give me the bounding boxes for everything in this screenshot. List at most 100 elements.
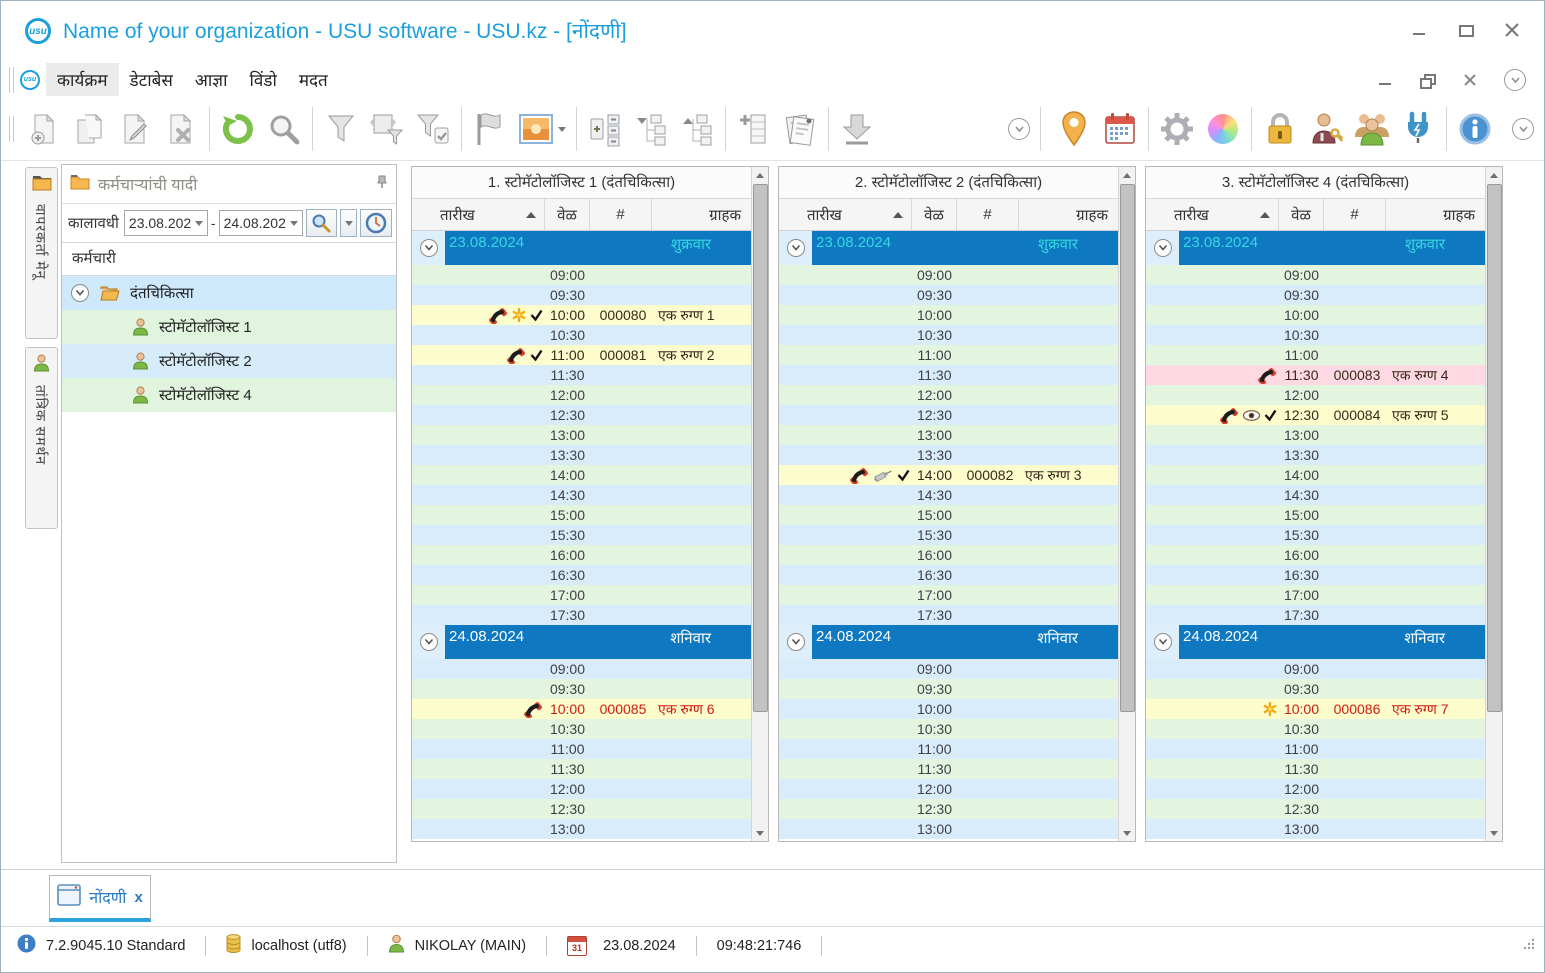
new-record-icon[interactable] bbox=[20, 103, 66, 155]
time-slot-row[interactable]: 13:30 bbox=[412, 445, 751, 465]
toolbar-overflow-button[interactable] bbox=[1008, 118, 1030, 140]
time-slot-row[interactable]: 14:30 bbox=[1146, 485, 1485, 505]
search-icon[interactable] bbox=[261, 103, 307, 155]
filter-columns-icon[interactable] bbox=[364, 103, 410, 155]
scrollbar-thumb[interactable] bbox=[1487, 184, 1502, 712]
plug-icon[interactable] bbox=[1395, 103, 1441, 155]
time-slot-row[interactable]: 10:30 bbox=[1146, 325, 1485, 345]
time-slot-row[interactable]: 17:30 bbox=[779, 605, 1118, 625]
date-group-row[interactable]: 23.08.2024 शुक्रवार bbox=[1146, 231, 1485, 265]
time-slot-row[interactable]: 17:30 bbox=[412, 605, 751, 625]
time-slot-row[interactable]: 10:30 bbox=[779, 719, 1118, 739]
time-slot-row[interactable]: 15:00 bbox=[779, 505, 1118, 525]
date-group-row[interactable]: 23.08.2024 शुक्रवार bbox=[779, 231, 1118, 265]
time-slot-row[interactable]: 16:30 bbox=[412, 565, 751, 585]
collapse-group-icon[interactable] bbox=[70, 283, 90, 303]
time-slot-row[interactable]: 09:00 bbox=[412, 659, 751, 679]
appointment-row[interactable]: 11:30 000083 एक रुग्ण 4 bbox=[1146, 365, 1485, 385]
time-slot-row[interactable]: 12:00 bbox=[1146, 385, 1485, 405]
tree-item-dentistry[interactable]: दंतचिकित्सा bbox=[62, 276, 396, 310]
scroll-up-icon[interactable] bbox=[752, 167, 768, 183]
time-slot-row[interactable]: 09:30 bbox=[779, 679, 1118, 699]
header-number[interactable]: # bbox=[957, 199, 1019, 230]
header-customer[interactable]: ग्राहक bbox=[1386, 199, 1485, 230]
time-slot-row[interactable]: 12:00 bbox=[412, 385, 751, 405]
scrollbar-thumb[interactable] bbox=[1120, 184, 1135, 712]
time-slot-row[interactable]: 14:30 bbox=[412, 485, 751, 505]
header-date[interactable]: तारीख bbox=[412, 199, 545, 230]
calendar-icon[interactable] bbox=[1097, 103, 1143, 155]
time-slot-row[interactable]: 13:00 bbox=[1146, 819, 1485, 839]
maximize-button[interactable] bbox=[1458, 23, 1474, 37]
scrollbar-thumb[interactable] bbox=[753, 184, 768, 712]
time-slot-row[interactable]: 12:00 bbox=[779, 385, 1118, 405]
time-slot-row[interactable]: 11:00 bbox=[1146, 739, 1485, 759]
image-view-dropdown-caret[interactable] bbox=[557, 126, 566, 132]
scroll-down-icon[interactable] bbox=[1119, 825, 1135, 841]
time-slot-row[interactable]: 10:00 bbox=[779, 699, 1118, 719]
scroll-down-icon[interactable] bbox=[752, 825, 768, 841]
tree-item-stomatologist-3[interactable]: स्टोमॅटोलॉजिस्ट 4 bbox=[62, 378, 396, 412]
menu-overflow-button[interactable] bbox=[1504, 69, 1526, 91]
time-slot-row[interactable]: 09:00 bbox=[412, 265, 751, 285]
time-slot-row[interactable]: 16:00 bbox=[412, 545, 751, 565]
flag-icon[interactable] bbox=[467, 103, 513, 155]
copy-record-icon[interactable] bbox=[66, 103, 112, 155]
time-slot-row[interactable]: 10:00 bbox=[1146, 305, 1485, 325]
appointment-row[interactable]: 12:30 000084 एक रुग्ण 5 bbox=[1146, 405, 1485, 425]
header-customer[interactable]: ग्राहक bbox=[1019, 199, 1118, 230]
time-slot-row[interactable]: 11:30 bbox=[1146, 759, 1485, 779]
mdi-close-button[interactable] bbox=[1462, 73, 1478, 87]
time-slot-row[interactable]: 15:00 bbox=[1146, 505, 1485, 525]
time-slot-row[interactable]: 14:00 bbox=[412, 465, 751, 485]
time-slot-row[interactable]: 12:00 bbox=[1146, 779, 1485, 799]
pin-icon[interactable] bbox=[376, 175, 388, 194]
time-slot-row[interactable]: 15:30 bbox=[779, 525, 1118, 545]
time-slot-row[interactable]: 10:30 bbox=[412, 325, 751, 345]
time-slot-row[interactable]: 10:30 bbox=[412, 719, 751, 739]
time-slot-row[interactable]: 15:30 bbox=[1146, 525, 1485, 545]
time-slot-row[interactable]: 13:00 bbox=[412, 819, 751, 839]
appointment-row[interactable]: 10:00 000086 एक रुग्ण 7 bbox=[1146, 699, 1485, 719]
time-slot-row[interactable]: 12:00 bbox=[779, 779, 1118, 799]
settings-gear-icon[interactable] bbox=[1154, 103, 1200, 155]
employee-column-header[interactable]: कर्मचारी bbox=[62, 242, 396, 276]
user-rights-icon[interactable] bbox=[1303, 103, 1349, 155]
menu-item-2[interactable]: डेटाबेस bbox=[119, 63, 184, 96]
toolbar-overflow-button[interactable] bbox=[1512, 118, 1534, 140]
time-slot-row[interactable]: 17:00 bbox=[779, 585, 1118, 605]
time-slot-row[interactable]: 11:00 bbox=[779, 739, 1118, 759]
time-slot-row[interactable]: 12:30 bbox=[779, 799, 1118, 819]
time-slot-row[interactable]: 11:00 bbox=[1146, 345, 1485, 365]
appointment-row[interactable]: 11:00 000081 एक रुग्ण 2 bbox=[412, 345, 751, 365]
menu-item-5[interactable]: मदत bbox=[288, 63, 339, 96]
collapse-day-button[interactable] bbox=[1146, 625, 1179, 659]
time-slot-row[interactable]: 10:30 bbox=[1146, 719, 1485, 739]
header-date[interactable]: तारीख bbox=[779, 199, 912, 230]
users-icon[interactable] bbox=[1349, 103, 1395, 155]
time-slot-row[interactable]: 10:00 bbox=[779, 305, 1118, 325]
vertical-scrollbar[interactable] bbox=[751, 167, 768, 841]
vertical-scrollbar[interactable] bbox=[1485, 167, 1502, 841]
time-slot-row[interactable]: 16:00 bbox=[1146, 545, 1485, 565]
time-slot-row[interactable]: 12:00 bbox=[412, 779, 751, 799]
date-from-select[interactable]: 23.08.2024 bbox=[123, 210, 208, 236]
scroll-down-icon[interactable] bbox=[1486, 825, 1502, 841]
tab-registration[interactable]: नोंदणी x bbox=[49, 875, 151, 922]
collapse-day-button[interactable] bbox=[412, 231, 445, 265]
time-slot-row[interactable]: 12:30 bbox=[412, 405, 751, 425]
time-slot-row[interactable]: 13:00 bbox=[779, 425, 1118, 445]
search-button[interactable] bbox=[305, 209, 338, 237]
info-icon[interactable] bbox=[1452, 103, 1498, 155]
time-slot-row[interactable]: 17:00 bbox=[1146, 585, 1485, 605]
time-slot-row[interactable]: 15:00 bbox=[412, 505, 751, 525]
mdi-minimize-button[interactable] bbox=[1378, 73, 1394, 87]
collapse-day-button[interactable] bbox=[412, 625, 445, 659]
clock-button[interactable] bbox=[360, 209, 392, 237]
time-slot-row[interactable]: 09:30 bbox=[779, 285, 1118, 305]
date-to-select[interactable]: 24.08.2024 bbox=[218, 210, 303, 236]
time-slot-row[interactable]: 09:00 bbox=[779, 659, 1118, 679]
edit-record-icon[interactable] bbox=[112, 103, 158, 155]
time-slot-row[interactable]: 11:30 bbox=[779, 365, 1118, 385]
lock-icon[interactable] bbox=[1257, 103, 1303, 155]
